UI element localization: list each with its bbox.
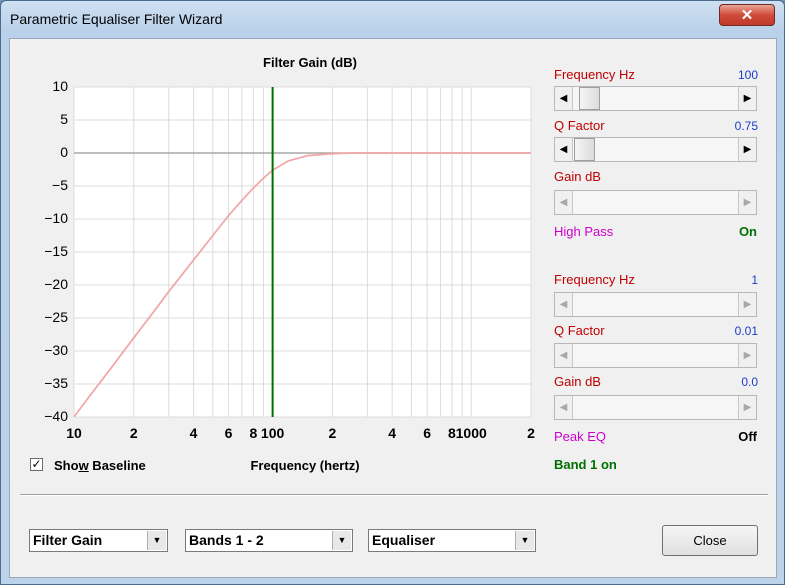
chevron-down-icon[interactable]: ▼: [332, 531, 351, 550]
separator: [20, 494, 768, 496]
scroll-right-icon[interactable]: ▶: [738, 87, 756, 110]
y-tick-label: −10: [44, 210, 68, 226]
band2-q-value: 0.01: [734, 324, 758, 338]
scroll-right-icon[interactable]: ▶: [738, 138, 756, 161]
scroll-right-icon: ▶: [738, 344, 756, 367]
scroll-right-icon: ▶: [738, 191, 756, 214]
band2-q-label: Q Factor: [554, 323, 605, 338]
band1-frequency-label: Frequency Hz: [554, 67, 635, 82]
band2-type-state[interactable]: Off: [677, 429, 757, 444]
scroll-left-icon[interactable]: ◀: [555, 87, 573, 110]
window-close-button[interactable]: ✕: [719, 4, 775, 26]
band2-gain-value: 0.0: [741, 375, 758, 389]
x-tick-label: 2: [129, 425, 138, 441]
y-tick-label: −5: [52, 177, 68, 193]
y-tick-label: −30: [44, 342, 68, 358]
y-tick-label: −35: [44, 375, 68, 391]
band1-q-value: 0.75: [734, 119, 758, 133]
y-tick-label: −15: [44, 243, 68, 259]
x-tick-label: 1000: [455, 425, 487, 441]
wizard-window: Parametric Equaliser Filter Wizard ✕ Fil…: [0, 0, 785, 585]
scroll-left-icon: ◀: [555, 191, 573, 214]
band1-frequency-value: 100: [737, 68, 758, 82]
y-tick-label: 5: [60, 111, 68, 127]
view-select-value: Filter Gain: [33, 532, 103, 548]
y-tick-label: −40: [44, 408, 68, 424]
band1-type-label[interactable]: High Pass: [554, 224, 613, 239]
scroll-left-icon: ◀: [555, 344, 573, 367]
scroll-right-icon: ▶: [738, 293, 756, 316]
band1-frequency-slider[interactable]: ◀ ▶: [554, 86, 757, 111]
band2-frequency-value: 1: [751, 273, 758, 287]
chevron-down-icon[interactable]: ▼: [515, 531, 534, 550]
scroll-left-icon[interactable]: ◀: [555, 138, 573, 161]
slider-thumb[interactable]: [574, 138, 595, 161]
band2-q-slider[interactable]: ◀ ▶: [554, 343, 757, 368]
band1-gain-slider[interactable]: ◀ ▶: [554, 190, 757, 215]
y-tick-label: 10: [52, 78, 68, 94]
x-tick-label: 10: [66, 425, 82, 441]
y-tick-label: −25: [44, 309, 68, 325]
bands-select-value: Bands 1 - 2: [189, 532, 264, 548]
x-tick-label: 100: [260, 425, 285, 441]
mode-select-value: Equaliser: [372, 532, 436, 548]
title-bar[interactable]: Parametric Equaliser Filter Wizard ✕: [1, 1, 784, 37]
show-baseline-label: Show Baseline: [54, 458, 146, 473]
window-title: Parametric Equaliser Filter Wizard: [10, 11, 223, 27]
scroll-left-icon: ◀: [555, 396, 573, 419]
band1-type-state[interactable]: On: [677, 224, 757, 239]
scroll-left-icon: ◀: [555, 293, 573, 316]
band1-gain-label: Gain dB: [554, 169, 601, 184]
band1-q-label: Q Factor: [554, 118, 605, 133]
band2-frequency-slider[interactable]: ◀ ▶: [554, 292, 757, 317]
slider-thumb[interactable]: [579, 87, 600, 110]
close-button[interactable]: Close: [662, 525, 758, 556]
x-tick-label: 2: [328, 425, 337, 441]
y-tick-label: 0: [60, 144, 68, 160]
band2-frequency-label: Frequency Hz: [554, 272, 635, 287]
gain-chart: [73, 86, 532, 418]
band1-q-slider[interactable]: ◀ ▶: [554, 137, 757, 162]
chevron-down-icon[interactable]: ▼: [147, 531, 166, 550]
band2-gain-label: Gain dB: [554, 374, 601, 389]
scroll-right-icon: ▶: [738, 396, 756, 419]
x-tick-label: 2: [527, 425, 535, 441]
check-icon[interactable]: ✓: [30, 458, 43, 471]
view-select[interactable]: Filter Gain ▼: [29, 529, 168, 552]
band2-gain-slider[interactable]: ◀ ▶: [554, 395, 757, 420]
bands-select[interactable]: Bands 1 - 2 ▼: [185, 529, 353, 552]
band2-type-label[interactable]: Peak EQ: [554, 429, 606, 444]
y-tick-label: −20: [44, 276, 68, 292]
client-area: Filter Gain (dB) 10 5 0 −5 −10 −15 −20 −25 −30 −3…: [9, 38, 777, 578]
x-axis-label: Frequency (hertz): [250, 458, 360, 473]
mode-select[interactable]: Equaliser ▼: [368, 529, 536, 552]
status-text: Band 1 on: [554, 457, 617, 472]
